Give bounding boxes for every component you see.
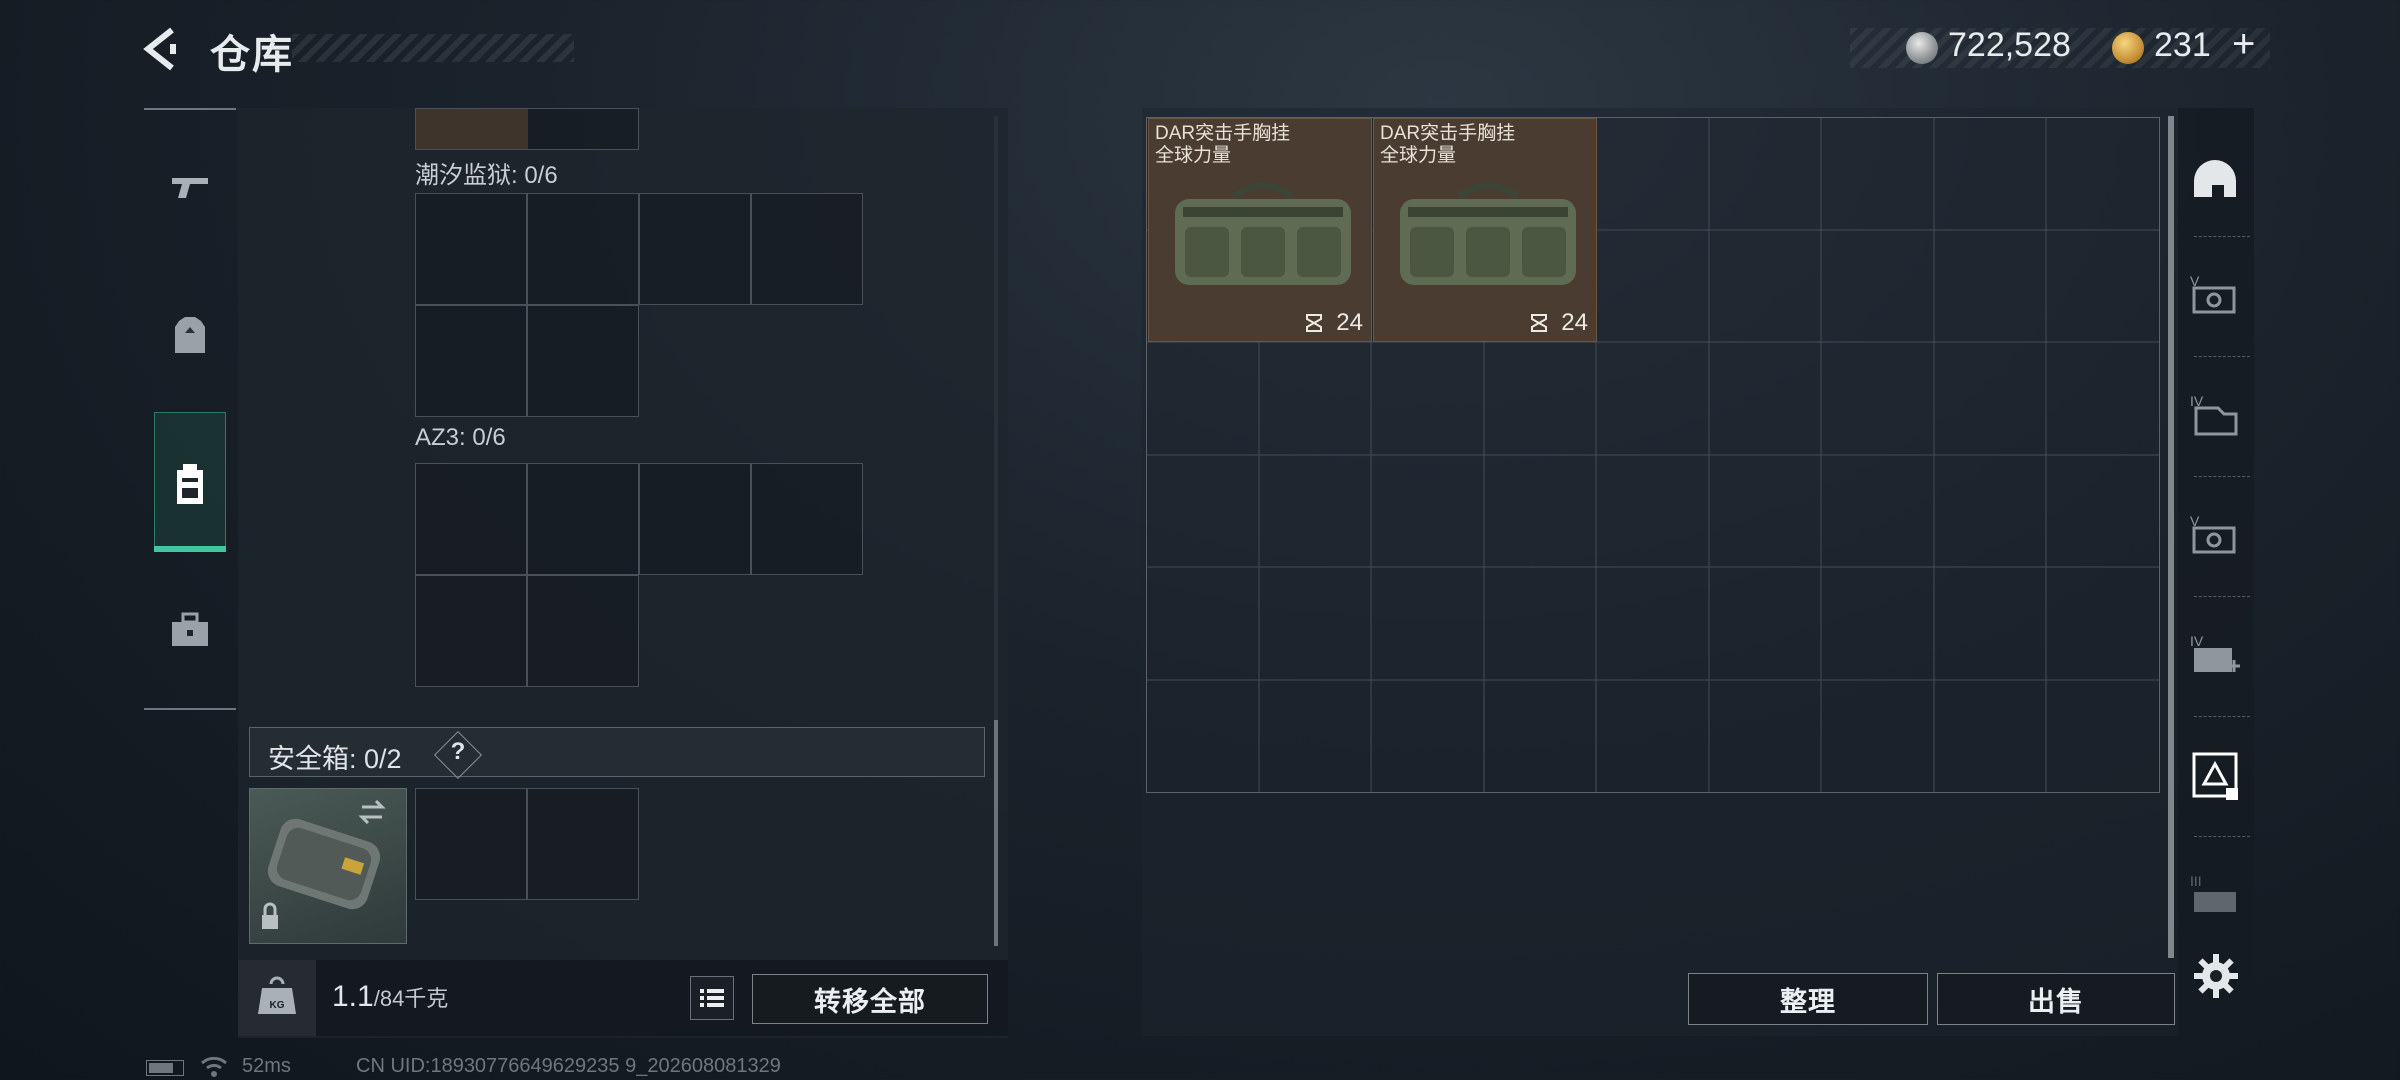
rail-divider [144, 708, 236, 710]
filter-divider [2194, 836, 2250, 837]
stash-item-count: 24 [1336, 309, 1363, 336]
stash-item-name: DAR突击手胸挂 全球力量 [1155, 123, 1290, 167]
grid-cell[interactable] [415, 788, 527, 900]
durability-icon [1306, 314, 1322, 332]
slot-label-tide-prison: 潮汐监狱: 0/6 [415, 162, 558, 189]
list-icon [700, 989, 724, 1007]
battery-level [149, 1063, 173, 1073]
svg-text:III: III [2190, 873, 2202, 889]
add-currency-button[interactable]: + [2232, 22, 2255, 67]
tier-v-vest-icon: V [2190, 273, 2236, 314]
filter-helmet[interactable] [2184, 148, 2246, 210]
grid-cell[interactable] [751, 463, 863, 575]
rail-active-indicator [154, 546, 226, 552]
filter-tier-v-rig[interactable]: V [2184, 504, 2246, 566]
svg-text:IV: IV [2190, 633, 2204, 649]
transfer-all-button[interactable]: 转移全部 [752, 974, 988, 1024]
grid-cell[interactable] [751, 193, 863, 305]
filter-divider [2194, 236, 2250, 237]
helmet-icon [2194, 160, 2236, 197]
svg-text:KG: KG [270, 1000, 285, 1011]
vest-icon [175, 317, 205, 353]
safebox-count: 0/2 [364, 744, 402, 774]
title-decoration [292, 34, 574, 62]
grid-cell[interactable] [527, 463, 639, 575]
gear-icon [2194, 954, 2238, 998]
silver-currency: 722,528 [1948, 26, 2071, 64]
durability-icon [1531, 314, 1547, 332]
chest-rig-bag-icon [1175, 183, 1351, 285]
item-name-line2: 全球力量 [1155, 145, 1232, 166]
weight-icon-box: KG [238, 960, 316, 1036]
grid-cell[interactable] [639, 193, 751, 305]
uid-text: CN UID:18930776649629235 9_202608081329 [356, 1055, 781, 1077]
settings-button[interactable] [2192, 952, 2240, 1000]
backpack-icon [177, 464, 203, 504]
rail-item-backpack[interactable] [160, 454, 220, 514]
weight-current: 1.1 [332, 980, 374, 1013]
kg-weight-icon: KG [258, 976, 296, 1014]
filter-tier-iv-armor[interactable]: IV [2184, 384, 2246, 446]
grid-cell[interactable] [527, 575, 639, 687]
tier-iii-bag-icon: III [2190, 873, 2236, 912]
container-icon [2192, 752, 2238, 800]
stash-item[interactable]: DAR突击手胸挂 全球力量 24 [1373, 118, 1597, 342]
filter-tier-iv-medkit[interactable]: IV [2184, 624, 2246, 686]
stash-scrollbar[interactable] [2168, 116, 2174, 958]
weight-readout: 1.1/84千克 [332, 980, 448, 1014]
rail-item-armor[interactable] [160, 306, 220, 366]
gold-currency: 231 [2154, 26, 2211, 64]
grid-cell[interactable] [639, 463, 751, 575]
help-button[interactable]: ? [448, 738, 468, 766]
grid-cell[interactable] [415, 463, 527, 575]
item-name-line2: 全球力量 [1380, 145, 1457, 166]
back-button[interactable] [140, 24, 190, 74]
rail-item-weapons[interactable] [160, 158, 220, 218]
ping-text: 52ms [242, 1055, 291, 1077]
safebox-case-icon [262, 799, 386, 929]
item-name-line1: DAR突击手胸挂 [1155, 123, 1291, 144]
grid-cell[interactable] [527, 193, 639, 305]
pistol-icon [172, 178, 208, 198]
grid-cell[interactable] [415, 575, 527, 687]
filter-container[interactable] [2184, 744, 2246, 806]
briefcase-icon [172, 612, 208, 646]
safebox-label: 安全箱: 0/2 [268, 737, 402, 776]
sell-button[interactable]: 出售 [1937, 973, 2175, 1025]
silver-coin-icon [1906, 32, 1938, 64]
filter-divider [2194, 596, 2250, 597]
list-view-button[interactable] [690, 976, 734, 1020]
gold-coin-icon [2112, 32, 2144, 64]
weight-max: /84千克 [373, 986, 449, 1011]
tier-iv-medkit-icon: IV [2190, 633, 2240, 672]
slot-row-partial[interactable] [415, 108, 639, 150]
chest-rig-bag-icon [1400, 183, 1576, 285]
slot-label-az3: AZ3: 0/6 [415, 424, 506, 451]
filter-divider [2194, 716, 2250, 717]
grid-cell[interactable] [415, 193, 527, 305]
tier-iv-armor-icon: IV [2190, 393, 2238, 436]
grid-cell[interactable] [527, 788, 639, 900]
filter-tier-v-vest[interactable]: V [2184, 264, 2246, 326]
filter-divider [2194, 356, 2250, 357]
sort-button[interactable]: 整理 [1688, 973, 1928, 1025]
stash-item-count: 24 [1561, 309, 1588, 336]
stash-item-name: DAR突击手胸挂 全球力量 [1380, 123, 1515, 167]
filter-divider [2194, 476, 2250, 477]
safebox-item[interactable] [249, 788, 407, 944]
rail-divider [144, 108, 236, 110]
page-title: 仓库 [210, 33, 294, 77]
stash-item[interactable]: DAR突击手胸挂 全球力量 24 [1148, 118, 1372, 342]
safebox-title: 安全箱: [268, 744, 357, 774]
back-arrow-icon [143, 27, 176, 71]
left-scroll-thumb[interactable] [994, 720, 998, 946]
grid-cell[interactable] [415, 305, 527, 417]
rail-item-case[interactable] [160, 600, 220, 660]
wifi-icon [200, 1055, 228, 1080]
grid-cell[interactable] [527, 305, 639, 417]
tier-v-rig-icon: V [2190, 513, 2236, 554]
filter-tier-iii-bag[interactable]: III [2184, 864, 2246, 926]
item-name-line1: DAR突击手胸挂 [1380, 123, 1516, 144]
